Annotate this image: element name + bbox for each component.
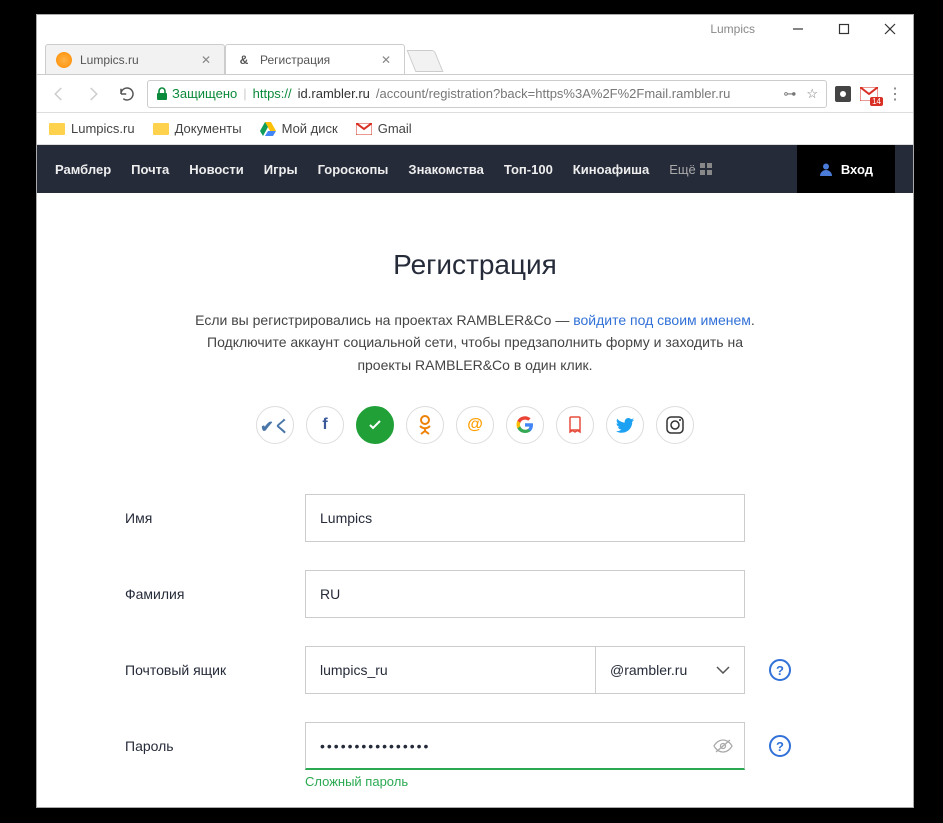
minimize-button[interactable]: [775, 15, 821, 43]
folder-icon: [153, 121, 169, 137]
star-icon[interactable]: ☆: [806, 86, 818, 102]
bookmark-lumpics[interactable]: Lumpics.ru: [49, 121, 135, 137]
email-domain-select[interactable]: @rambler.ru: [595, 646, 745, 694]
gmail-count: 14: [870, 97, 883, 106]
social-instagram-icon[interactable]: [656, 406, 694, 444]
nav-news[interactable]: Новости: [189, 162, 244, 177]
social-google-icon[interactable]: [506, 406, 544, 444]
row-name: Имя: [125, 494, 825, 542]
tab-lumpics[interactable]: Lumpics.ru ✕: [45, 44, 225, 74]
nav-cinema[interactable]: Киноафиша: [573, 162, 649, 177]
close-button[interactable]: [867, 15, 913, 43]
tab-close-icon[interactable]: ✕: [198, 52, 214, 68]
bookmarks-bar: Lumpics.ru Документы Мой диск Gmail: [37, 113, 913, 145]
gmail-extension-icon[interactable]: 14: [859, 84, 879, 104]
tab-label: Регистрация: [260, 53, 330, 67]
nav-games[interactable]: Игры: [264, 162, 298, 177]
key-icon[interactable]: ⊶: [783, 86, 796, 102]
chevron-down-icon: [716, 666, 730, 674]
rambler-nav: Рамблер Почта Новости Игры Гороскопы Зна…: [37, 145, 913, 193]
nav-mail[interactable]: Почта: [131, 162, 169, 177]
login-button[interactable]: Вход: [797, 145, 895, 193]
login-link[interactable]: войдите под своим именем: [573, 312, 751, 328]
name-input[interactable]: [305, 494, 745, 542]
url-scheme: https://: [253, 86, 292, 101]
maximize-button[interactable]: [821, 15, 867, 43]
nav-top100[interactable]: Топ-100: [504, 162, 553, 177]
password-label: Пароль: [125, 738, 305, 754]
eye-icon[interactable]: [713, 739, 733, 753]
social-sber-icon[interactable]: [356, 406, 394, 444]
surname-label: Фамилия: [125, 586, 305, 602]
tab-close-icon[interactable]: ✕: [378, 52, 394, 68]
reload-button[interactable]: [113, 80, 141, 108]
row-password: Пароль ? Сложный пароль: [125, 722, 825, 770]
page-description: Если вы регистрировались на проектах RAM…: [175, 309, 775, 376]
registration-form: Имя Фамилия Почтовый ящик @rambler.ru: [105, 494, 845, 770]
new-tab-button[interactable]: [407, 50, 444, 72]
social-mailru-icon[interactable]: @: [456, 406, 494, 444]
favicon-lumpics-icon: [56, 52, 72, 68]
email-input[interactable]: [305, 646, 595, 694]
email-label: Почтовый ящик: [125, 662, 305, 678]
name-label: Имя: [125, 510, 305, 526]
social-ok-icon[interactable]: [406, 406, 444, 444]
social-vk-icon[interactable]: ✔く: [256, 406, 294, 444]
bookmark-documents[interactable]: Документы: [153, 121, 242, 137]
menu-button[interactable]: ⋮: [885, 84, 905, 104]
user-icon: [819, 162, 833, 176]
social-twitter-icon[interactable]: [606, 406, 644, 444]
password-input[interactable]: [305, 722, 745, 770]
back-button[interactable]: [45, 80, 73, 108]
favicon-rambler-icon: &: [236, 52, 252, 68]
omnibox[interactable]: Защищено | https://id.rambler.ru/account…: [147, 80, 827, 108]
password-strength-label: Сложный пароль: [305, 774, 408, 789]
gmail-icon: [356, 121, 372, 137]
tabstrip: Lumpics.ru ✕ & Регистрация ✕: [37, 43, 913, 75]
address-bar: Защищено | https://id.rambler.ru/account…: [37, 75, 913, 113]
surname-input[interactable]: [305, 570, 745, 618]
nav-rambler[interactable]: Рамблер: [55, 162, 111, 177]
row-email: Почтовый ящик @rambler.ru ?: [125, 646, 825, 694]
bookmark-drive[interactable]: Мой диск: [260, 121, 338, 137]
tab-label: Lumpics.ru: [80, 53, 139, 67]
tab-registration[interactable]: & Регистрация ✕: [225, 44, 405, 74]
window-title: Lumpics: [710, 22, 755, 36]
bookmark-gmail[interactable]: Gmail: [356, 121, 412, 137]
page-content: Рамблер Почта Новости Игры Гороскопы Зна…: [37, 145, 913, 807]
extension-icon[interactable]: [833, 84, 853, 104]
social-facebook-icon[interactable]: f: [306, 406, 344, 444]
lock-icon: Защищено: [156, 86, 237, 101]
row-surname: Фамилия: [125, 570, 825, 618]
registration-page: Регистрация Если вы регистрировались на …: [37, 193, 913, 807]
social-buttons: ✔く f @: [37, 406, 913, 444]
nav-horoscope[interactable]: Гороскопы: [318, 162, 389, 177]
nav-dating[interactable]: Знакомства: [408, 162, 483, 177]
folder-icon: [49, 121, 65, 137]
drive-icon: [260, 121, 276, 137]
help-email-button[interactable]: ?: [769, 659, 791, 681]
page-title: Регистрация: [37, 249, 913, 281]
secure-label: Защищено: [172, 86, 237, 101]
nav-more[interactable]: Ещё: [669, 162, 712, 177]
url-host: id.rambler.ru: [298, 86, 370, 101]
help-password-button[interactable]: ?: [769, 735, 791, 757]
window-titlebar: Lumpics: [37, 15, 913, 43]
social-livejournal-icon[interactable]: [556, 406, 594, 444]
url-path: /account/registration?back=https%3A%2F%2…: [376, 86, 730, 101]
forward-button[interactable]: [79, 80, 107, 108]
